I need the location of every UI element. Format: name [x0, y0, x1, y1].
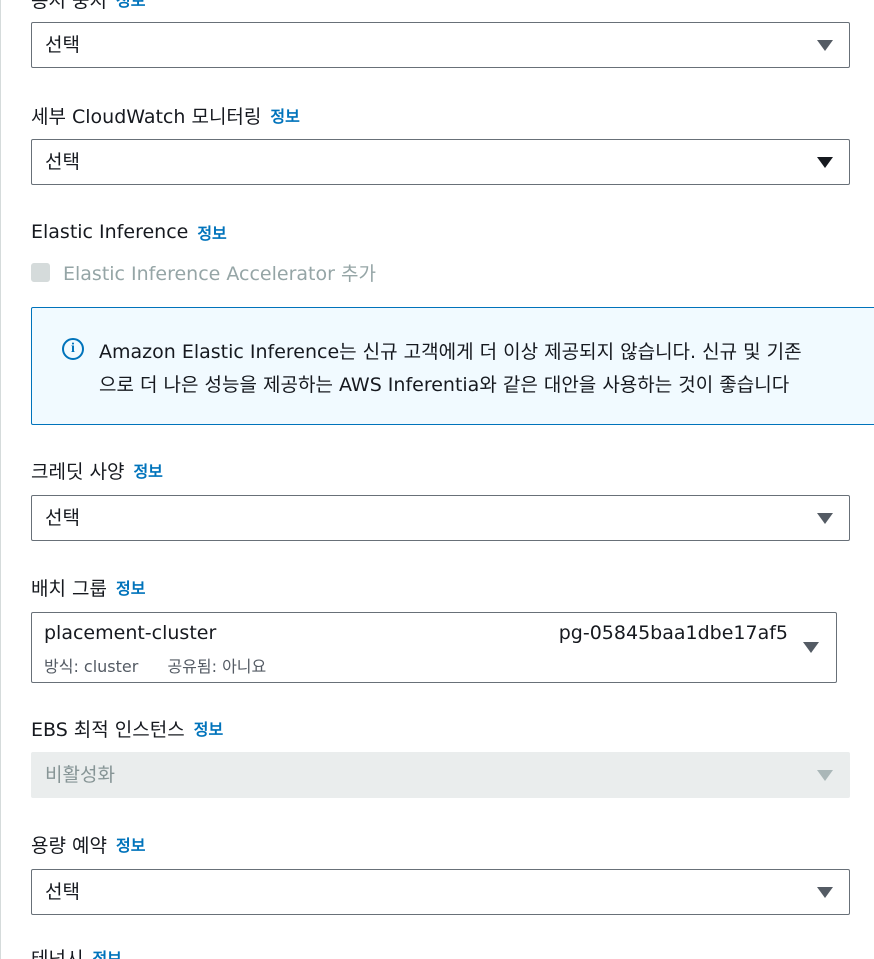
caret-down-icon: [817, 770, 833, 781]
cloudwatch-select-value: 선택: [45, 151, 80, 173]
ebs-optimized-label-row: EBS 최적 인스턴스 정보: [31, 715, 223, 741]
container-border: [0, 0, 1, 959]
bottom-field-label-row: 테넌시 정보: [31, 944, 122, 959]
info-circle-icon: i: [62, 338, 84, 360]
placement-group-meta: 방식: cluster 공유됨: 아니요: [44, 653, 266, 677]
cloudwatch-label: 세부 CloudWatch 모니터링: [31, 105, 262, 128]
placement-group-id: pg-05845baa1dbe17af5: [558, 622, 788, 644]
placement-group-strategy: 방식: cluster: [44, 657, 139, 676]
capacity-reservation-label: 용량 예약: [31, 834, 107, 857]
placement-group-select[interactable]: placement-cluster pg-05845baa1dbe17af5 방…: [31, 612, 837, 683]
placement-group-label-row: 배치 그룹 정보: [31, 574, 145, 600]
top-field-select-value: 선택: [45, 34, 80, 56]
credit-spec-select[interactable]: 선택: [31, 495, 850, 541]
elastic-inference-checkbox-row: Elastic Inference Accelerator 추가: [31, 258, 376, 286]
placement-group-info-link[interactable]: 정보: [116, 575, 145, 599]
capacity-reservation-select-value: 선택: [45, 881, 80, 903]
elastic-inference-label: Elastic Inference: [31, 221, 189, 243]
caret-down-icon: [803, 642, 819, 653]
cloudwatch-select[interactable]: 선택: [31, 139, 850, 185]
alert-text-line1: Amazon Elastic Inference는 신규 고객에게 더 이상 제…: [99, 341, 802, 363]
bottom-field-label: 테넌시: [31, 947, 84, 959]
capacity-reservation-select[interactable]: 선택: [31, 869, 850, 915]
top-field-label-row: 종시 중지 정보: [31, 0, 145, 12]
elastic-inference-label-row: Elastic Inference 정보: [31, 219, 227, 245]
placement-group-shared: 공유됨: 아니요: [167, 657, 267, 676]
credit-spec-info-link[interactable]: 정보: [133, 458, 162, 482]
caret-down-icon: [817, 40, 833, 51]
caret-down-icon: [817, 157, 833, 168]
ebs-optimized-label: EBS 최적 인스턴스: [31, 718, 185, 741]
ebs-optimized-select: 비활성화: [31, 752, 850, 798]
alert-text-line2: 으로 더 나은 성능을 제공하는 AWS Inferentia와 같은 대안을 …: [99, 374, 790, 396]
credit-spec-label: 크레딧 사양: [31, 460, 125, 483]
credit-spec-label-row: 크레딧 사양 정보: [31, 457, 163, 483]
placement-group-label: 배치 그룹: [31, 577, 107, 600]
elastic-inference-checkbox-label: Elastic Inference Accelerator 추가: [63, 262, 376, 285]
caret-down-icon: [817, 513, 833, 524]
top-field-select[interactable]: 선택: [31, 22, 850, 68]
bottom-field-info-link[interactable]: 정보: [92, 945, 121, 959]
placement-group-name: placement-cluster: [44, 622, 217, 644]
top-field-info-link[interactable]: 정보: [116, 0, 145, 11]
cloudwatch-label-row: 세부 CloudWatch 모니터링 정보: [31, 102, 300, 128]
ebs-optimized-select-value: 비활성화: [45, 764, 115, 786]
elastic-inference-info-alert: i Amazon Elastic Inference는 신규 고객에게 더 이상…: [31, 307, 874, 425]
top-field-label: 종시 중지: [31, 0, 107, 12]
elastic-inference-checkbox: [31, 262, 50, 282]
cloudwatch-info-link[interactable]: 정보: [270, 103, 299, 127]
advanced-details-form: 종시 중지 정보 선택 세부 CloudWatch 모니터링 정보 선택 Ela…: [0, 0, 874, 959]
ebs-optimized-info-link[interactable]: 정보: [194, 716, 223, 740]
capacity-reservation-label-row: 용량 예약 정보: [31, 831, 145, 857]
capacity-reservation-info-link[interactable]: 정보: [116, 832, 145, 856]
credit-spec-select-value: 선택: [45, 507, 80, 529]
elastic-inference-info-link[interactable]: 정보: [197, 220, 226, 244]
caret-down-icon: [817, 887, 833, 898]
